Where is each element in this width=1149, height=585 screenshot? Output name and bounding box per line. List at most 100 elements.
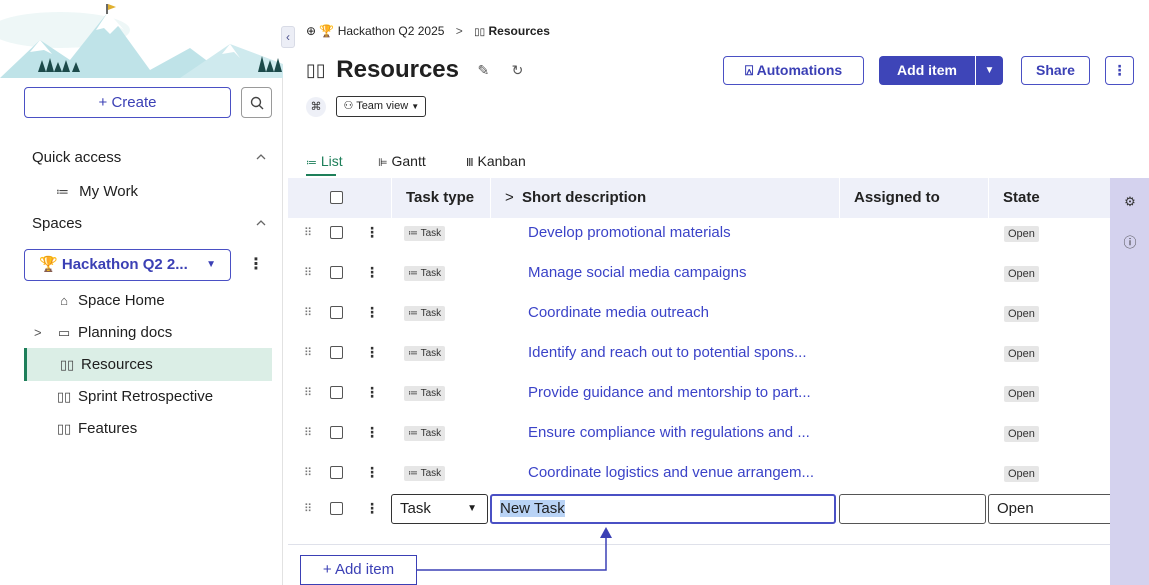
task-description-link[interactable]: Develop promotional materials: [528, 218, 731, 258]
table-row[interactable]: ⠿ ⋮ ≔ Task Coordinate logistics and venu…: [288, 458, 1110, 498]
row-checkbox[interactable]: [330, 226, 343, 239]
column-header-short-description[interactable]: > Short description: [490, 178, 839, 218]
row-checkbox[interactable]: [330, 266, 343, 279]
drag-handle-icon[interactable]: ⠿: [304, 266, 312, 279]
space-banner-image: [0, 0, 283, 78]
gantt-icon: ⊫: [378, 157, 388, 169]
sidebar-item-sprint-retrospective[interactable]: ▯▯ Sprint Retrospective: [24, 380, 272, 413]
row-menu-button[interactable]: ⋮: [365, 464, 379, 481]
table-row[interactable]: ⠿ ⋮ ≔ Task Ensure compliance with regula…: [288, 418, 1110, 458]
drag-handle-icon[interactable]: ⠿: [304, 426, 312, 439]
spaces-section[interactable]: Spaces: [32, 215, 267, 232]
task-description-link[interactable]: Identify and reach out to potential spon…: [528, 338, 807, 378]
create-button[interactable]: + Create: [24, 87, 231, 118]
info-icon[interactable]: ⓘ: [1122, 232, 1138, 250]
quick-access-section[interactable]: Quick access: [32, 149, 267, 166]
drag-handle-icon[interactable]: ⠿: [304, 386, 312, 399]
share-button[interactable]: Share: [1021, 56, 1090, 85]
table-divider: [288, 544, 1110, 545]
row-menu-button[interactable]: ⋮: [365, 304, 379, 321]
task-type-select[interactable]: Task ▼: [391, 494, 488, 524]
column-header-assigned-to[interactable]: Assigned to: [839, 178, 988, 218]
robot-icon: ⍓: [744, 62, 754, 78]
task-table: Task type > Short description Assigned t…: [288, 178, 1112, 585]
team-view-select[interactable]: ⚇ Team view ▼: [336, 96, 427, 117]
sidebar-item-label: Planning docs: [78, 324, 173, 341]
caret-down-icon: ▼: [984, 65, 995, 76]
drag-handle-icon[interactable]: ⠿: [304, 466, 312, 479]
settings-gear-icon[interactable]: ⚙: [1122, 194, 1138, 210]
select-all-checkbox[interactable]: [330, 191, 343, 204]
drag-handle-icon[interactable]: ⠿: [304, 226, 312, 239]
row-checkbox[interactable]: [330, 386, 343, 399]
sidebar-item-space-home[interactable]: ⌂ Space Home: [24, 284, 272, 317]
add-item-button[interactable]: Add item: [879, 56, 975, 85]
state-input[interactable]: Open: [988, 494, 1112, 524]
edit-pencil-icon[interactable]: ✎: [477, 62, 489, 79]
row-menu-button[interactable]: ⋮: [365, 424, 379, 441]
trophy-icon: 🏆: [39, 256, 58, 273]
row-menu-button[interactable]: ⋮: [365, 224, 379, 241]
task-description-link[interactable]: Coordinate logistics and venue arrangem.…: [528, 458, 814, 498]
short-description-input[interactable]: New Task: [490, 494, 836, 524]
collapse-sidebar-button[interactable]: ‹: [281, 26, 295, 48]
row-menu-button[interactable]: ⋮: [365, 264, 379, 281]
list-icon: ≔: [56, 184, 69, 199]
row-checkbox[interactable]: [330, 426, 343, 439]
state-badge: Open: [1004, 346, 1039, 362]
task-description-link[interactable]: Ensure compliance with regulations and .…: [528, 418, 810, 458]
sidebar-item-resources[interactable]: ▯▯ Resources: [24, 348, 272, 381]
chevron-right-icon[interactable]: >: [34, 316, 42, 349]
space-select[interactable]: 🏆 Hackathon Q2 2... ▼: [24, 249, 231, 281]
row-menu-button[interactable]: ⋮: [365, 344, 379, 361]
task-type-text: Task: [420, 308, 442, 319]
vertical-dots-icon: ⋮: [1112, 62, 1127, 78]
breadcrumb-space-link[interactable]: Hackathon Q2 2025: [338, 24, 445, 38]
task-description-link[interactable]: Manage social media campaigns: [528, 258, 746, 298]
task-type-badge: ≔ Task: [404, 386, 446, 401]
share-icon: ⊕: [306, 24, 317, 38]
table-row[interactable]: ⠿ ⋮ ≔ Task Develop promotional materials…: [288, 218, 1110, 258]
tab-list[interactable]: ≔ List: [306, 152, 343, 176]
table-row[interactable]: ⠿ ⋮ ≔ Task Identify and reach out to pot…: [288, 338, 1110, 378]
row-menu-button[interactable]: ⋮: [365, 500, 379, 517]
column-header-task-type[interactable]: Task type: [391, 178, 490, 218]
tab-kanban[interactable]: Ⅲ Kanban: [466, 152, 526, 176]
search-button[interactable]: [241, 87, 272, 118]
table-row[interactable]: ⠿ ⋮ ≔ Task Provide guidance and mentorsh…: [288, 378, 1110, 418]
chevron-right-icon[interactable]: >: [505, 189, 514, 206]
row-checkbox[interactable]: [330, 466, 343, 479]
table-row[interactable]: ⠿ ⋮ ≔ Task Coordinate media outreach Ope…: [288, 298, 1110, 338]
task-description-link[interactable]: Coordinate media outreach: [528, 298, 709, 338]
refresh-icon[interactable]: ↻: [512, 62, 524, 79]
drag-handle-icon[interactable]: ⠿: [304, 502, 312, 515]
space-more-button[interactable]: ⋮: [248, 254, 264, 276]
row-menu-button[interactable]: ⋮: [365, 384, 379, 401]
my-work-item[interactable]: ≔ My Work: [56, 183, 256, 200]
add-item-inline-button[interactable]: + Add item: [300, 555, 417, 585]
more-options-button[interactable]: ⋮: [1105, 56, 1134, 85]
tab-gantt[interactable]: ⊫ Gantt: [378, 152, 426, 176]
row-checkbox[interactable]: [330, 346, 343, 359]
task-type-badge: ≔ Task: [404, 226, 446, 241]
chevron-up-icon[interactable]: [255, 151, 267, 163]
binoculars-icon[interactable]: ⌘: [306, 96, 326, 117]
short-description-value: New Task: [500, 500, 565, 517]
automations-button[interactable]: ⍓ Automations: [723, 56, 864, 85]
row-checkbox[interactable]: [330, 502, 343, 515]
sidebar-item-planning-docs[interactable]: > ▭ Planning docs: [24, 316, 272, 349]
task-description-link[interactable]: Provide guidance and mentorship to part.…: [528, 378, 811, 418]
right-rail: ⚙ ⓘ: [1110, 178, 1149, 585]
add-item-dropdown-button[interactable]: ▼: [976, 56, 1003, 85]
column-header-state[interactable]: State: [988, 178, 1110, 218]
drag-handle-icon[interactable]: ⠿: [304, 346, 312, 359]
chevron-up-icon[interactable]: [255, 217, 267, 229]
sidebar-item-features[interactable]: ▯▯ Features: [24, 412, 272, 445]
table-row[interactable]: ⠿ ⋮ ≔ Task Manage social media campaigns…: [288, 258, 1110, 298]
new-task-row[interactable]: ⠿ ⋮ Task ▼ New Task Open: [288, 494, 1112, 534]
row-checkbox[interactable]: [330, 306, 343, 319]
task-type-text: Task: [420, 228, 442, 239]
drag-handle-icon[interactable]: ⠿: [304, 306, 312, 319]
folder-icon: ▭: [57, 325, 71, 340]
assigned-to-input[interactable]: [839, 494, 986, 524]
